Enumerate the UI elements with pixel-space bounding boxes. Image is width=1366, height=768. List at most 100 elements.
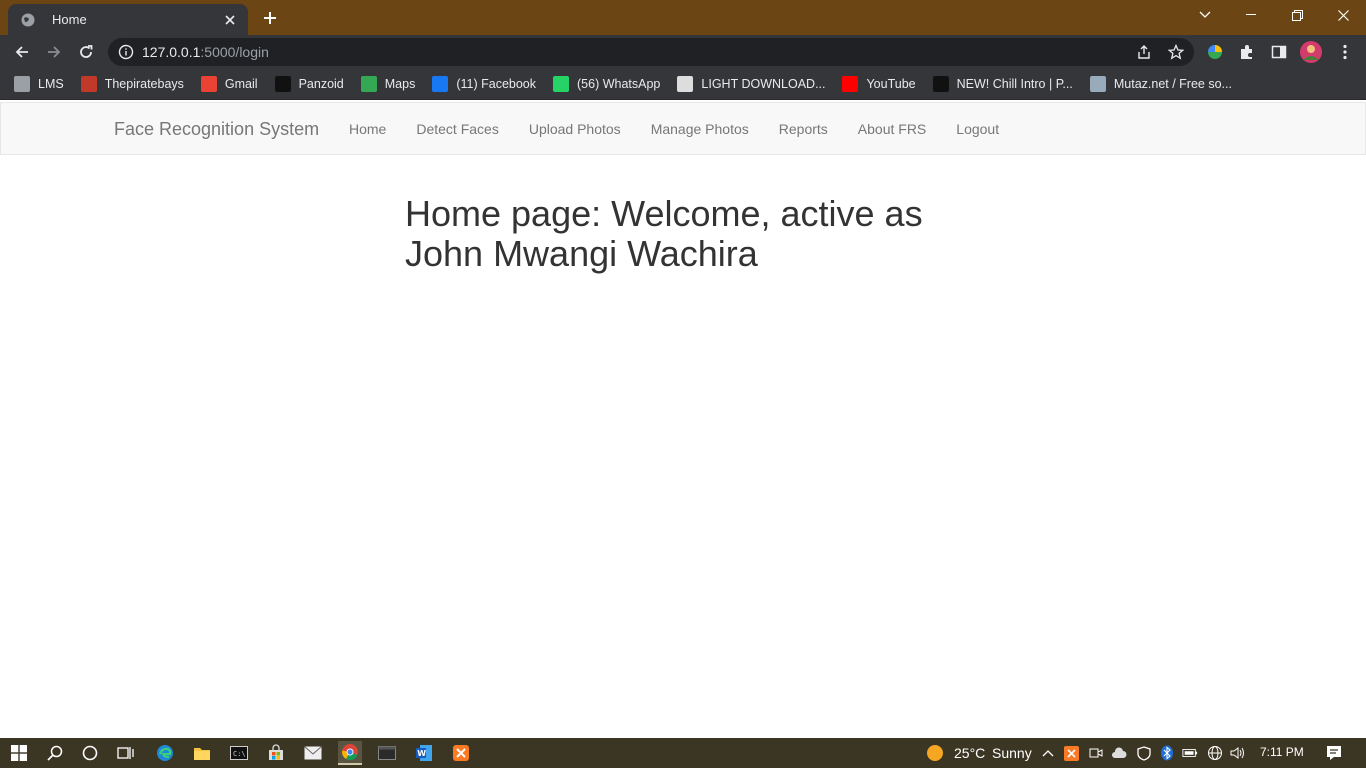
- windows-start-icon[interactable]: [7, 741, 31, 765]
- weather-description[interactable]: Sunny: [992, 745, 1032, 761]
- bookmark-star-icon[interactable]: [1167, 43, 1185, 60]
- navbar-brand[interactable]: Face Recognition System: [114, 119, 319, 140]
- bookmark-label: (11) Facebook: [456, 77, 537, 91]
- url-text: 127.0.0.1:5000/login: [142, 44, 269, 60]
- bookmark-item[interactable]: (11) Facebook: [432, 76, 536, 92]
- globe-icon: [20, 12, 36, 28]
- bookmark-item[interactable]: Mutaz.net / Free so...: [1089, 76, 1232, 92]
- bookmark-item[interactable]: YouTube: [842, 76, 916, 92]
- bookmark-item[interactable]: LIGHT DOWNLOAD...: [677, 76, 825, 92]
- panzoid-icon: [932, 76, 949, 92]
- system-clock[interactable]: 7:11 PM: [1260, 745, 1304, 759]
- cortana-icon[interactable]: [78, 741, 102, 765]
- facebook-icon: [432, 76, 449, 92]
- whatsapp-icon: [553, 76, 570, 92]
- new-tab-button[interactable]: [260, 8, 280, 28]
- forward-button[interactable]: [42, 40, 66, 64]
- browser-toolbar: 127.0.0.1:5000/login: [0, 35, 1366, 69]
- weather-sun-icon[interactable]: [926, 744, 944, 762]
- bookmark-label: Thepiratebays: [104, 77, 184, 91]
- bookmark-label: Mutaz.net / Free so...: [1113, 77, 1232, 91]
- navbar-links: Home Detect Faces Upload Photos Manage P…: [334, 103, 1014, 156]
- close-window-button[interactable]: [1320, 0, 1366, 30]
- panzoid-icon: [274, 76, 291, 92]
- youtube-icon: [842, 76, 859, 92]
- bookmark-label: Panzoid: [298, 77, 344, 91]
- volume-icon[interactable]: [1230, 745, 1246, 761]
- nav-link-logout[interactable]: Logout: [941, 103, 1014, 156]
- bookmark-item[interactable]: (56) WhatsApp: [553, 76, 660, 92]
- site-info-icon[interactable]: [118, 44, 134, 60]
- site-navbar: Face Recognition System Home Detect Face…: [0, 102, 1366, 155]
- bookmark-item[interactable]: Maps: [360, 76, 416, 92]
- bookmark-label: Gmail: [224, 77, 258, 91]
- meet-now-icon[interactable]: [1088, 745, 1104, 761]
- mail-icon[interactable]: [301, 741, 325, 765]
- task-view-icon[interactable]: [114, 741, 138, 765]
- bookmarks-bar: LMS Thepiratebays Gmail Panzoid Maps (11) Fac…: [0, 69, 1366, 100]
- chrome-icon[interactable]: [338, 741, 362, 765]
- bookmark-label: YouTube: [866, 77, 916, 91]
- cloud-sync-icon[interactable]: [1111, 745, 1127, 761]
- security-shield-icon[interactable]: [1136, 745, 1152, 761]
- download-icon: [677, 76, 694, 92]
- close-tab-icon[interactable]: [222, 12, 238, 28]
- xampp-icon[interactable]: [449, 741, 473, 765]
- bookmark-item[interactable]: LMS: [14, 76, 64, 92]
- bookmark-item[interactable]: Panzoid: [274, 76, 344, 92]
- web-page: Face Recognition System Home Detect Face…: [0, 102, 1366, 738]
- chevron-up-icon[interactable]: [1040, 745, 1056, 761]
- extension-colorful-icon[interactable]: [1206, 43, 1224, 61]
- search-icon[interactable]: [43, 741, 67, 765]
- profile-avatar[interactable]: [1300, 41, 1322, 63]
- tab-search-icon[interactable]: [1182, 0, 1228, 30]
- extensions-puzzle-icon[interactable]: [1238, 43, 1256, 61]
- svg-text:C:\: C:\: [233, 750, 246, 758]
- address-bar[interactable]: 127.0.0.1:5000/login: [108, 38, 1194, 66]
- minimize-button[interactable]: [1228, 0, 1274, 30]
- page-heading: Home page: Welcome, active as John Mwang…: [405, 193, 923, 274]
- file-explorer-icon[interactable]: [190, 741, 214, 765]
- maps-icon: [360, 76, 377, 92]
- edge-icon[interactable]: [153, 741, 177, 765]
- weather-temperature[interactable]: 25°C: [954, 745, 985, 761]
- nav-link-upload-photos[interactable]: Upload Photos: [514, 103, 636, 156]
- nav-link-detect-faces[interactable]: Detect Faces: [401, 103, 513, 156]
- bookmark-item[interactable]: NEW! Chill Intro | P...: [932, 76, 1073, 92]
- bluetooth-icon[interactable]: [1159, 745, 1175, 761]
- dark-window-icon[interactable]: [375, 741, 399, 765]
- gmail-icon: [200, 76, 217, 92]
- store-icon[interactable]: [264, 741, 288, 765]
- reload-button[interactable]: [74, 40, 98, 64]
- nav-link-about-frs[interactable]: About FRS: [843, 103, 941, 156]
- browser-tab-home[interactable]: Home: [8, 4, 248, 35]
- back-button[interactable]: [10, 40, 34, 64]
- bookmark-label: Maps: [384, 77, 416, 91]
- svg-text:W: W: [417, 749, 426, 758]
- notifications-icon[interactable]: [1325, 744, 1343, 762]
- xampp-tray-icon[interactable]: [1063, 745, 1079, 761]
- tab-title: Home: [52, 12, 87, 27]
- battery-icon[interactable]: [1182, 745, 1198, 761]
- bookmark-label: LMS: [38, 77, 64, 91]
- word-icon[interactable]: W: [412, 741, 436, 765]
- lms-icon: [14, 76, 30, 92]
- side-panel-icon[interactable]: [1270, 43, 1288, 61]
- nav-link-home[interactable]: Home: [334, 103, 401, 156]
- bookmark-item[interactable]: Gmail: [200, 76, 258, 92]
- nav-link-reports[interactable]: Reports: [764, 103, 843, 156]
- windows-taskbar: C:\ W 25°C Sunny 7:11 PM: [0, 738, 1366, 768]
- restore-button[interactable]: [1274, 0, 1320, 30]
- bookmark-item[interactable]: Thepiratebays: [80, 76, 184, 92]
- bookmark-label: LIGHT DOWNLOAD...: [701, 77, 826, 91]
- nav-link-manage-photos[interactable]: Manage Photos: [636, 103, 764, 156]
- bookmark-label: NEW! Chill Intro | P...: [956, 77, 1073, 91]
- share-icon[interactable]: [1136, 44, 1152, 60]
- bookmark-label: (56) WhatsApp: [577, 77, 661, 91]
- mutaz-icon: [1089, 76, 1106, 92]
- network-globe-icon[interactable]: [1207, 745, 1223, 761]
- browser-titlebar: Home: [0, 0, 1366, 35]
- pirate-icon: [80, 76, 97, 92]
- terminal-icon[interactable]: C:\: [227, 741, 251, 765]
- chrome-menu-icon[interactable]: [1336, 43, 1354, 61]
